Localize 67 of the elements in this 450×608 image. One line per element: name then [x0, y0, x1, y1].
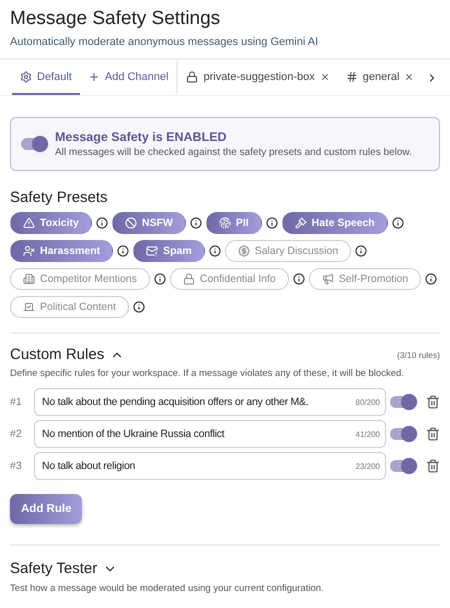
add-channel-button[interactable]: Add Channel [80, 60, 178, 95]
preset-chip[interactable]: NSFW [112, 212, 186, 234]
lock-icon [182, 273, 195, 285]
preset-chip[interactable]: Harassment [10, 240, 114, 262]
section-heading: Custom Rules [10, 346, 104, 363]
safety-status-description: All messages will be checked against the safety presets and custom rules below. [55, 147, 412, 158]
info-icon[interactable] [266, 217, 278, 229]
rule-count: (3/10 rules) [397, 350, 440, 360]
rule-toggle[interactable] [390, 396, 416, 408]
ban-icon [124, 217, 137, 229]
rule-toggle[interactable] [390, 460, 416, 472]
rule-input[interactable]: No mention of the Ukraine Russia conflict 41/200 [34, 420, 386, 448]
info-icon[interactable] [355, 245, 368, 257]
close-icon[interactable] [404, 72, 414, 82]
tab[interactable]: private-suggestion-box [178, 60, 338, 95]
info-icon[interactable] [132, 301, 145, 313]
lock-icon [186, 70, 198, 82]
preset-chip[interactable]: Hate Speech [282, 212, 388, 234]
gear-icon [20, 70, 32, 82]
info-icon[interactable] [392, 217, 404, 229]
trash-icon[interactable] [426, 459, 440, 473]
fingerprint-icon [218, 217, 231, 229]
section-heading: Safety Tester [10, 560, 98, 577]
dollar-icon [238, 245, 250, 257]
preset-chip[interactable]: Spam [133, 240, 205, 262]
info-icon[interactable] [154, 273, 166, 285]
preset-chip[interactable]: Confidential Info [170, 268, 289, 290]
safety-toggle[interactable] [21, 138, 47, 150]
preset-chip[interactable]: Political Content [10, 296, 129, 318]
info-icon[interactable] [190, 217, 202, 229]
trash-icon[interactable] [426, 395, 440, 409]
tab[interactable]: general [338, 60, 422, 95]
close-icon[interactable] [320, 72, 330, 82]
info-icon[interactable] [96, 217, 108, 229]
info-icon[interactable] [208, 245, 221, 257]
page-subtitle: Automatically moderate anonymous messages using Gemini AI [10, 36, 320, 48]
gavel-icon [294, 217, 307, 229]
plus-icon [88, 70, 100, 82]
section-description: Define specific rules for your workspace. If a message violates any of these, it will be blocked. [10, 368, 405, 379]
user-x-icon [23, 245, 35, 257]
trash-icon[interactable] [426, 427, 440, 441]
building-icon [23, 273, 35, 285]
hash-icon [346, 70, 358, 82]
rule-toggle[interactable] [390, 428, 416, 440]
rule-input[interactable]: No talk about religion 23/200 [34, 452, 386, 480]
section-description: Test how a message would be moderated using your current configuration. [10, 583, 325, 594]
section-heading: Safety Presets [10, 189, 109, 206]
preset-chip[interactable]: Salary Discussion [224, 240, 352, 262]
add-rule-button[interactable]: Add Rule [10, 494, 82, 524]
ballot-icon [23, 301, 35, 313]
tab[interactable]: Default [12, 60, 80, 95]
safety-status-title: Message Safety is ENABLED [55, 130, 228, 144]
warning-icon [23, 217, 35, 229]
preset-chip[interactable]: Toxicity [10, 212, 92, 234]
rule-number: #3 [10, 460, 23, 472]
preset-chip[interactable]: PII [206, 212, 262, 234]
preset-chip[interactable]: Competitor Mentions [10, 268, 150, 290]
rule-number: #1 [10, 396, 23, 408]
info-icon[interactable] [292, 273, 305, 285]
info-icon[interactable] [425, 273, 438, 285]
megaphone-icon [322, 273, 334, 285]
page-title: Message Safety Settings [10, 7, 222, 30]
info-icon[interactable] [117, 245, 130, 257]
mail-icon [146, 245, 158, 257]
rule-number: #2 [10, 428, 23, 440]
preset-chip[interactable]: Self-Promotion [308, 268, 422, 290]
rule-input[interactable]: No talk about the pending acquisition offers or any other M&. 80/200 [34, 388, 386, 416]
